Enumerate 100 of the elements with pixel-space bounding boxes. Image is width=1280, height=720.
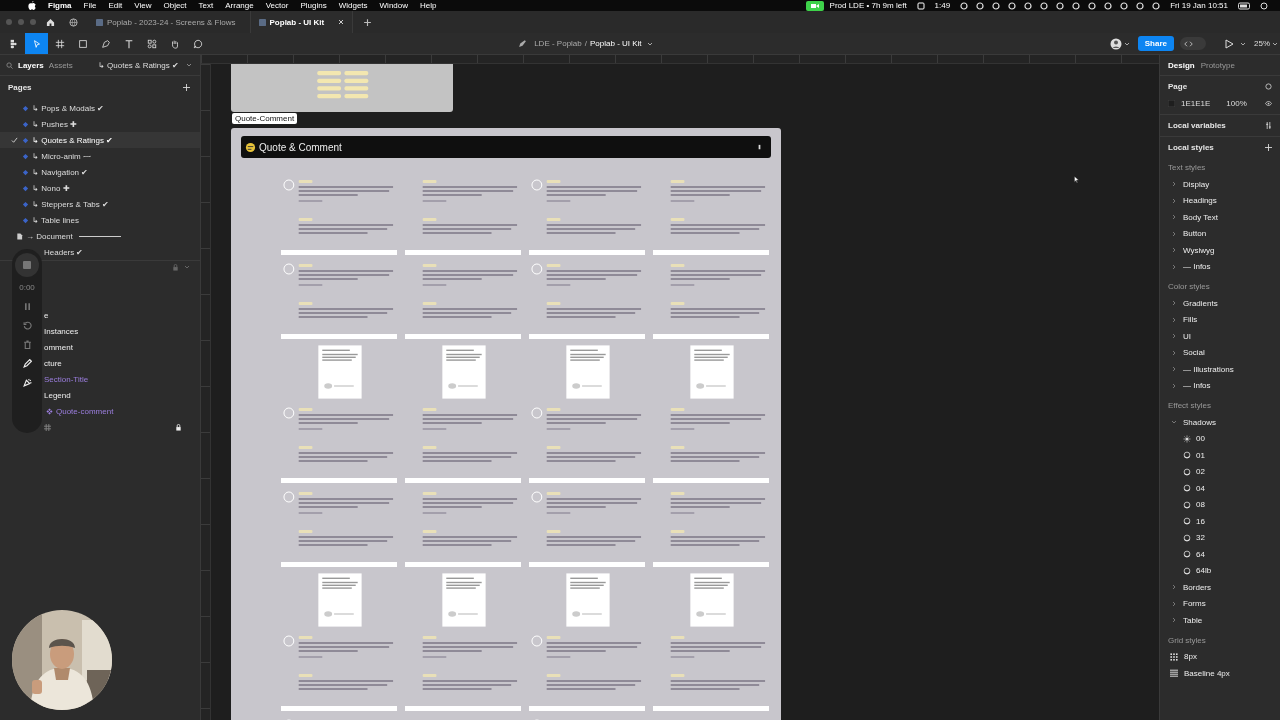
style-group-item[interactable]: Wysiwyg <box>1160 242 1280 259</box>
opacity-value[interactable]: 100% <box>1226 99 1247 108</box>
search-icon[interactable] <box>6 61 13 69</box>
style-group-item[interactable]: — Infos <box>1160 258 1280 275</box>
effect-style-item[interactable]: 01 <box>1160 447 1280 464</box>
trash-icon[interactable] <box>22 340 32 349</box>
panel-tab[interactable]: Design <box>1168 60 1195 70</box>
avatar[interactable] <box>1109 37 1122 50</box>
file-tab[interactable]: Poplab - UI Kit <box>249 11 354 33</box>
layer-item[interactable]: Quote-comment <box>0 403 200 419</box>
chevron-icon[interactable] <box>1172 382 1176 389</box>
pause-icon[interactable] <box>22 302 32 311</box>
style-group-item[interactable]: Button <box>1160 225 1280 242</box>
menu-item[interactable]: Edit <box>102 0 129 11</box>
chevron-icon[interactable] <box>1172 584 1176 591</box>
effect-style-item[interactable]: 04 <box>1160 480 1280 497</box>
page-item[interactable]: ↳ Quotes & Ratings ✔ <box>0 132 200 148</box>
page-item[interactable]: ↳ Micro-anim ⁓ <box>0 148 200 164</box>
zoom-level[interactable]: 25% <box>1254 39 1270 48</box>
panel-tab[interactable]: Prototype <box>1200 60 1235 70</box>
page-item[interactable]: ↳ Pushes ✚ <box>0 116 200 132</box>
effect-style-item[interactable]: 64lb <box>1160 562 1280 579</box>
chevron-icon[interactable] <box>1172 333 1176 340</box>
chevron-icon[interactable] <box>1172 617 1176 624</box>
page-item[interactable]: ↳ Pops & Modals ✔ <box>0 100 200 116</box>
local-variables-heading[interactable]: Local variables <box>1168 121 1226 130</box>
stop-button[interactable] <box>15 253 39 277</box>
layer-item[interactable]: omment <box>0 339 200 355</box>
grid-style-item[interactable]: 8px <box>1160 648 1280 665</box>
lock-icon[interactable] <box>175 423 182 431</box>
style-group-item[interactable]: Display <box>1160 176 1280 193</box>
menu-item[interactable]: Widgets <box>332 0 374 11</box>
effect-style-item[interactable]: 00 <box>1160 430 1280 447</box>
style-group-item[interactable]: UI <box>1160 328 1280 345</box>
panel-tab[interactable]: Assets <box>48 60 73 70</box>
style-group-item[interactable]: Social <box>1160 344 1280 361</box>
section-frame[interactable]: Quote & Comment <box>231 128 781 720</box>
home-icon[interactable] <box>46 17 55 27</box>
caret-icon[interactable] <box>1272 41 1278 46</box>
layer-item[interactable]: Instances <box>0 323 200 339</box>
effect-style-item[interactable]: 08 <box>1160 496 1280 513</box>
page-item[interactable]: ↳ Steppers & Tabs ✔ <box>0 196 200 212</box>
layer-item[interactable]: Legend <box>0 387 200 403</box>
panel-tab[interactable]: Layers <box>18 60 44 70</box>
frame-label[interactable]: Quote-Comment <box>232 113 298 124</box>
effect-style-item[interactable]: 02 <box>1160 463 1280 480</box>
page-item[interactable]: → Document <box>0 228 200 244</box>
chevron-icon[interactable] <box>1172 316 1176 323</box>
style-group-item[interactable]: Forms <box>1160 595 1280 612</box>
add-icon[interactable] <box>1265 144 1272 151</box>
video-icon[interactable] <box>805 0 824 11</box>
color-value[interactable]: 1E1E1E <box>1181 99 1211 108</box>
play-icon[interactable] <box>1224 38 1234 49</box>
color-swatch[interactable] <box>1168 100 1175 107</box>
chevron-icon[interactable] <box>1172 214 1176 221</box>
chevron-icon[interactable] <box>1172 300 1176 307</box>
menu-item[interactable]: Object <box>157 0 193 11</box>
new-tab-icon[interactable] <box>363 17 373 27</box>
grid-style-item[interactable]: Baseline 4px <box>1160 665 1280 682</box>
file-tab[interactable]: Poplab - 2023-24 - Screens & Flows <box>88 11 244 33</box>
file-name[interactable]: Poplab - UI Kit <box>590 39 642 48</box>
add-icon[interactable] <box>183 83 190 91</box>
status-icon[interactable] <box>1260 1 1268 10</box>
chevron-icon[interactable] <box>1172 366 1176 373</box>
menu-item[interactable]: Help <box>414 0 443 11</box>
style-group-item[interactable]: Borders <box>1160 579 1280 596</box>
caret-icon[interactable] <box>646 41 653 46</box>
sliders-icon[interactable] <box>1265 122 1272 129</box>
apple-icon[interactable] <box>28 1 36 10</box>
close-icon[interactable] <box>338 19 345 25</box>
project-name[interactable]: LDE - Poplab <box>534 39 582 48</box>
sparkle-icon[interactable] <box>22 378 32 387</box>
chevron-icon[interactable] <box>1172 181 1176 188</box>
style-group-item[interactable]: Body Text <box>1160 209 1280 226</box>
current-page[interactable]: ↳ Quotes & Ratings ✔ <box>97 60 179 70</box>
menu-item[interactable]: View <box>128 0 158 11</box>
menu-item[interactable]: Plugins <box>294 0 333 11</box>
globe-icon[interactable] <box>69 17 78 27</box>
page-item[interactable]: ↳ Table lines <box>0 212 200 228</box>
page-item[interactable]: Headers ✔ <box>0 244 200 260</box>
chevron-icon[interactable] <box>1172 197 1176 204</box>
layer-item[interactable]: cture <box>0 355 200 371</box>
style-group-item[interactable]: Gradients <box>1160 295 1280 312</box>
page-item[interactable]: ↳ Navigation ✔ <box>0 164 200 180</box>
caret-icon[interactable] <box>186 63 192 67</box>
meeting-status[interactable]: Prod LDE • 7h 9m left <box>823 0 913 11</box>
share-button[interactable]: Share <box>1137 36 1174 51</box>
style-group-item[interactable]: Table <box>1160 612 1280 629</box>
style-group-item[interactable]: Headings <box>1160 192 1280 209</box>
effect-style-item[interactable]: 64 <box>1160 546 1280 563</box>
chevron-icon[interactable] <box>1172 263 1176 270</box>
page-item[interactable]: ↳ Nono ✚ <box>0 180 200 196</box>
effect-style-item[interactable]: 16 <box>1160 513 1280 530</box>
chevron-icon[interactable] <box>1172 247 1176 254</box>
menu-item[interactable]: Text <box>192 0 220 11</box>
battery-icon[interactable] <box>1238 1 1252 10</box>
style-group-item[interactable]: Shadows <box>1160 414 1280 431</box>
pencil-icon[interactable] <box>22 359 32 368</box>
menu-item[interactable]: Vector <box>259 0 295 11</box>
effect-style-item[interactable]: 32 <box>1160 529 1280 546</box>
